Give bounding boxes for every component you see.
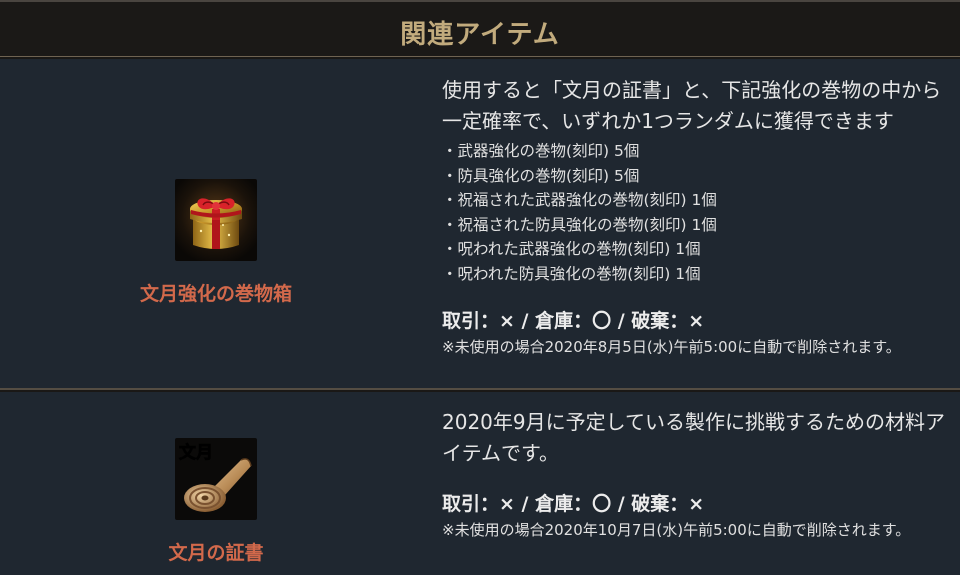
reward-list-item: ・祝福された防具強化の巻物(刻印) 1個 (442, 215, 717, 234)
item-name: 文月の証書 (168, 542, 264, 564)
related-items-panel: 関連アイテム 文月強化の巻物箱 使用すると「文月の証書」と、下記強化の巻物の中か… (0, 0, 960, 575)
expiry-note: ※未使用の場合2020年10月7日(水)午前5:00に自動で削除されます。 (442, 521, 911, 539)
reward-list-item: ・呪われた武器強化の巻物(刻印) 1個 (442, 240, 701, 258)
reward-list-item: ・防具強化の巻物(刻印) 5個 (442, 166, 640, 185)
trade-restrictions: 取引：× / 倉庫：〇 / 破棄：× (442, 493, 705, 515)
item-description-cell: 使用すると「文月の証書」と、下記強化の巻物の中から一定確率で、いずれか1つランダ… (442, 59, 948, 359)
reward-list-item: ・祝福された武器強化の巻物(刻印) 1個 (442, 191, 717, 209)
item-name: 文月強化の巻物箱 (139, 283, 292, 305)
section-title: 関連アイテム (400, 19, 560, 50)
item-description: 2020年9月に予定している製作に挑戦するための材料アイテムです。 (442, 410, 946, 465)
reward-list: ・武器強化の巻物(刻印) 5個 ・防具強化の巻物(刻印) 5個 ・祝福された武器… (442, 139, 948, 286)
reward-list-item: ・武器強化の巻物(刻印) 5個 (442, 142, 640, 160)
item-cell: 文月 文月の証書 (0, 392, 430, 575)
section-header: 関連アイテム (0, 2, 960, 57)
expiry-note: ※未使用の場合2020年8月5日(水)午前5:00に自動で削除されます。 (442, 338, 901, 356)
scroll-icon: 文月 (175, 438, 257, 520)
reward-list-item: ・呪われた防具強化の巻物(刻印) 1個 (442, 264, 701, 283)
item-cell: 文月強化の巻物箱 (0, 59, 430, 388)
item-row: 文月強化の巻物箱 使用すると「文月の証書」と、下記強化の巻物の中から一定確率で、… (0, 59, 960, 390)
item-description-cell: 2020年9月に予定している製作に挑戦するための材料アイテムです。 取引：× /… (442, 392, 948, 542)
item-row: 文月 文月の証書 2020年9月に予定している製作に挑戦するための材料アイテムで… (0, 392, 960, 575)
item-description: 使用すると「文月の証書」と、下記強化の巻物の中から一定確率で、いずれか1つランダ… (442, 78, 942, 133)
gift-box-icon (175, 179, 257, 261)
trade-restrictions: 取引：× / 倉庫：〇 / 破棄：× (442, 310, 705, 332)
scroll-icon-label: 文月 (179, 442, 213, 463)
